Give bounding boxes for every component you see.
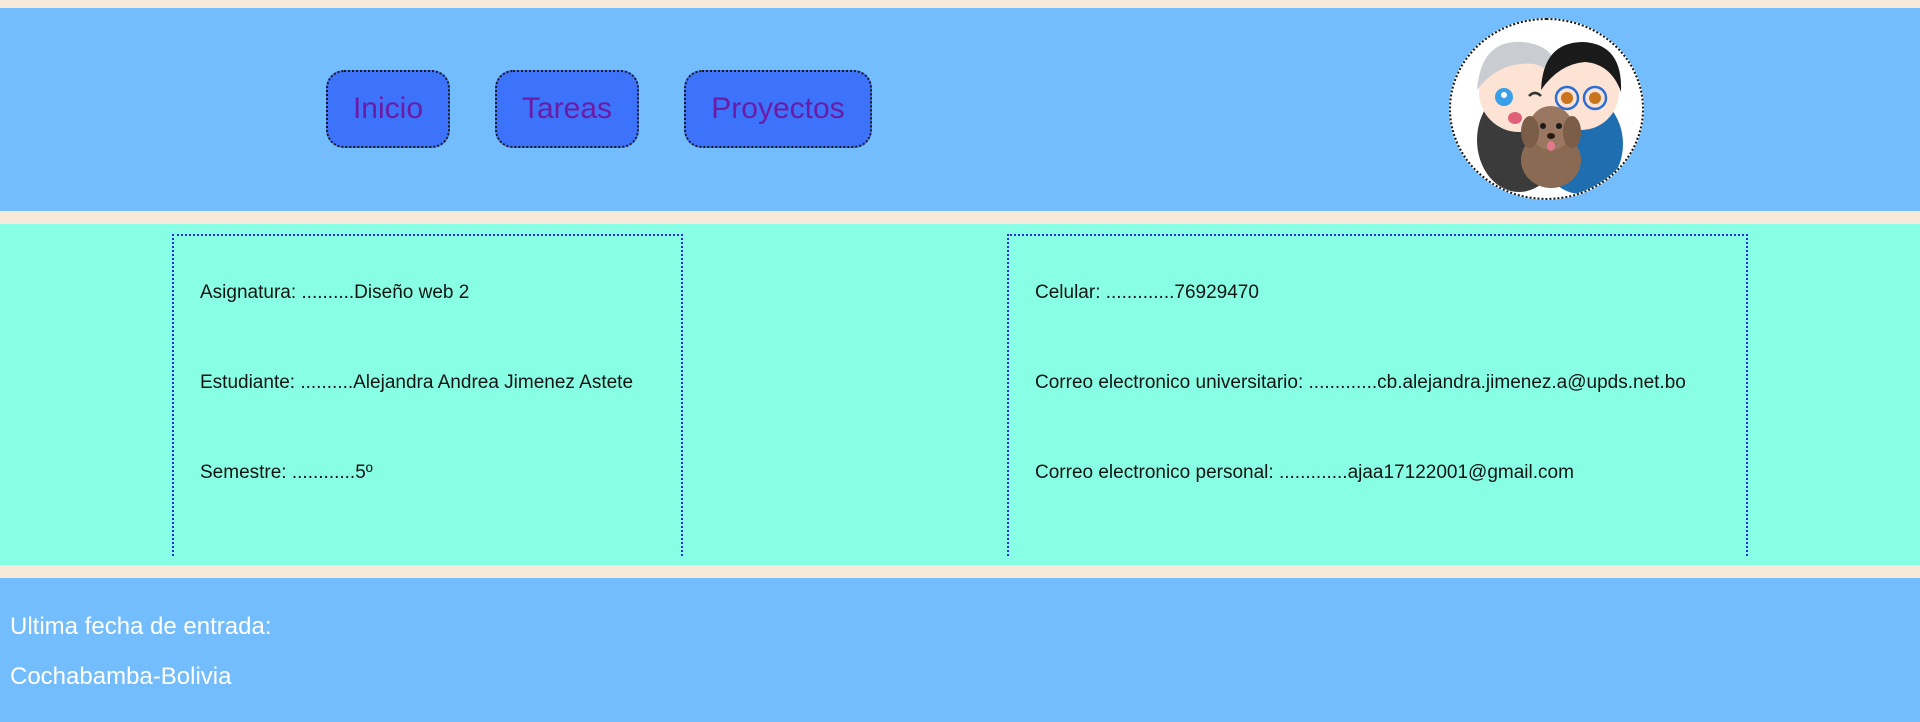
nav-button-tareas[interactable]: Tareas [495,70,639,148]
student-name-text: Estudiante: ..........Alejandra Andrea J… [200,372,634,393]
personal-email-text: Correo electronico personal: ...........… [1035,462,1574,483]
phone-text: Celular: .............76929470 [1035,282,1259,303]
university-email-text: Correo electronico universitario: ......… [1035,372,1686,393]
semester-text: Semestre: ............5º [200,462,373,483]
last-entry-text: Ultima fecha de entrada: [10,613,272,640]
location-text: Cochabamba-Bolivia [10,663,232,690]
info-section: Asignatura: ..........Diseño web 2 Estud… [0,224,1920,565]
nav-button-proyectos[interactable]: Proyectos [684,70,872,148]
nav-button-inicio[interactable]: Inicio [326,70,450,148]
header: Inicio Tareas Proyectos [0,8,1920,211]
footer: Ultima fecha de entrada: Cochabamba-Boli… [0,578,1920,722]
avatar-illustration [1477,41,1623,194]
contact-info-box: Celular: .............76929470 Correo el… [1007,234,1748,556]
subject-text: Asignatura: ..........Diseño web 2 [200,282,470,303]
student-info-box: Asignatura: ..........Diseño web 2 Estud… [172,234,683,556]
avatar [1449,18,1644,200]
